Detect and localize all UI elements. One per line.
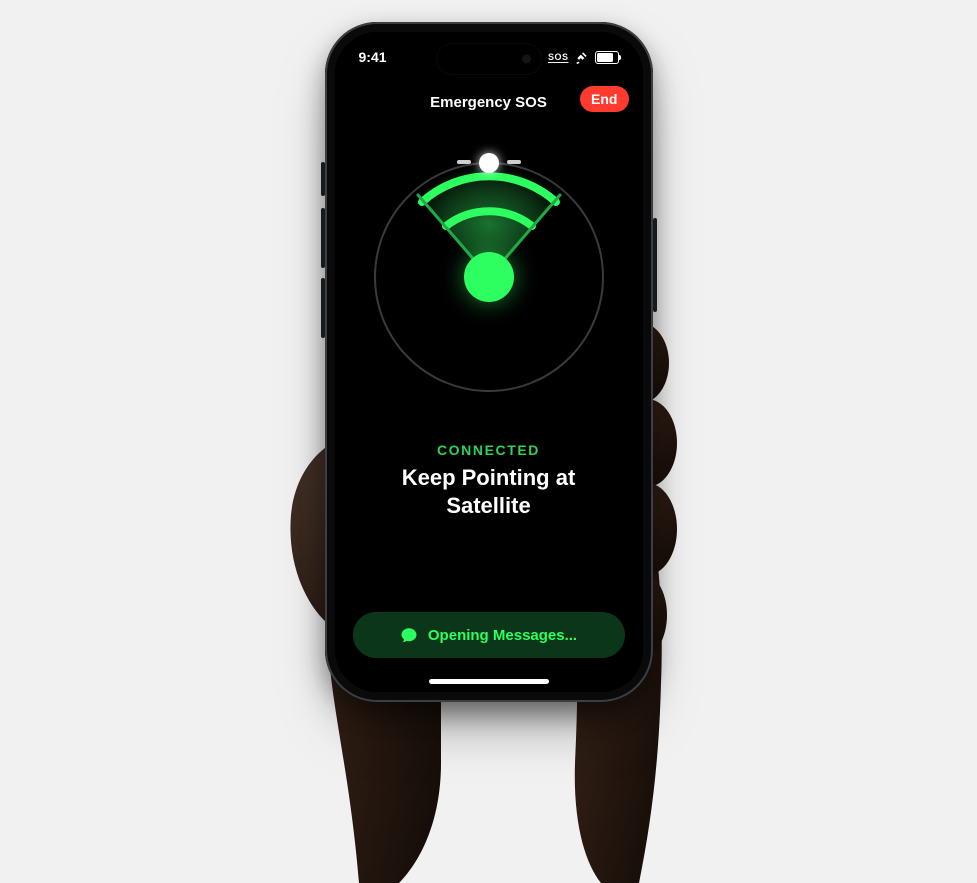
battery-icon bbox=[595, 51, 619, 64]
status-time: 9:41 bbox=[359, 49, 387, 65]
messages-icon bbox=[400, 626, 418, 644]
phone-frame: 9:41 SOS Emergency SOS End bbox=[325, 22, 653, 702]
end-button[interactable]: End bbox=[580, 86, 628, 112]
mute-switch bbox=[321, 162, 325, 196]
connection-status-block: CONNECTED Keep Pointing at Satellite bbox=[335, 442, 643, 519]
nav-bar: Emergency SOS End bbox=[335, 82, 643, 122]
side-button bbox=[653, 218, 657, 312]
volume-down-button bbox=[321, 278, 325, 338]
page-title: Emergency SOS bbox=[430, 94, 547, 111]
volume-up-button bbox=[321, 208, 325, 268]
home-indicator[interactable] bbox=[429, 679, 549, 684]
opening-messages-button[interactable]: Opening Messages... bbox=[353, 612, 625, 658]
connected-label: CONNECTED bbox=[365, 442, 613, 458]
satellite-icon bbox=[575, 50, 589, 64]
status-sos-label: SOS bbox=[548, 52, 569, 62]
instruction-text: Keep Pointing at Satellite bbox=[365, 464, 613, 519]
satellite-dot bbox=[479, 153, 499, 173]
opening-messages-label: Opening Messages... bbox=[428, 627, 577, 644]
dynamic-island bbox=[437, 44, 541, 74]
satellite-finder[interactable] bbox=[374, 162, 604, 392]
user-dot bbox=[464, 252, 514, 302]
phone-screen: 9:41 SOS Emergency SOS End bbox=[335, 32, 643, 692]
